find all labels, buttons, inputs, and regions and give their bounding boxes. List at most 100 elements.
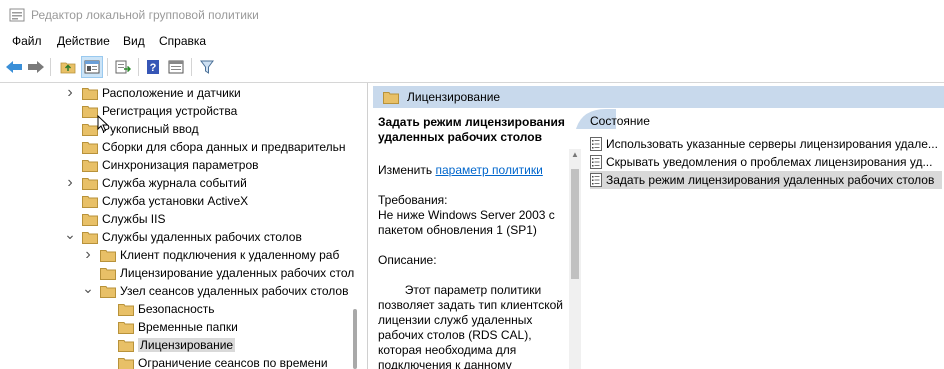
tree-pane[interactable]: › Расположение и датчики Регистрация устро… — [0, 83, 368, 369]
chevron-right-icon[interactable]: › — [82, 246, 94, 264]
tree-item[interactable]: Ограничение сеансов по времени — [100, 354, 328, 369]
toolbar: ? — [0, 52, 944, 83]
help-icon[interactable]: ? — [143, 57, 163, 77]
tree-item-label: Клиент подключения к удаленному раб — [120, 248, 340, 262]
scrollbar-thumb[interactable] — [571, 169, 579, 279]
tree-item[interactable]: Синхронизация параметров — [64, 156, 259, 174]
folder-icon — [383, 91, 399, 104]
tree-item[interactable]: ⌄ Службы удаленных рабочих столов — [64, 225, 302, 246]
description-line: рабочих столов (RDS CAL), — [378, 328, 532, 342]
menu-view[interactable]: Вид — [123, 34, 145, 48]
folder-icon — [82, 123, 98, 136]
edit-line: Изменить параметр политики — [378, 163, 568, 178]
up-folder-icon[interactable] — [58, 57, 78, 77]
chevron-right-icon[interactable]: › — [64, 84, 76, 102]
folder-icon — [82, 177, 98, 190]
settings-list[interactable]: Состояние Использовать указанные серверы… — [586, 109, 944, 369]
menu-file[interactable]: Файл — [12, 34, 42, 48]
properties-icon[interactable] — [166, 57, 186, 77]
tree-item-label: Безопасность — [138, 302, 215, 316]
list-item-label: Скрывать уведомления о проблемах лицензи… — [606, 155, 933, 169]
toolbar-separator — [107, 58, 108, 76]
folder-icon — [82, 87, 98, 100]
app-icon — [9, 8, 25, 22]
filter-icon[interactable] — [197, 57, 217, 77]
show-hide-tree-icon[interactable] — [81, 56, 103, 78]
tree-item-label: Синхронизация параметров — [102, 158, 259, 172]
requirements-line-1: Не ниже Windows Server 2003 с — [378, 208, 555, 222]
folder-icon — [82, 141, 98, 154]
chevron-right-icon[interactable]: › — [64, 174, 76, 192]
chevron-down-icon[interactable]: ⌄ — [64, 225, 76, 243]
tree-item-label: Службы IIS — [102, 212, 166, 226]
folder-icon — [100, 267, 116, 280]
tree-item[interactable]: Лицензирование удаленных рабочих стол — [82, 264, 354, 282]
requirements-label: Требования: — [378, 193, 448, 207]
folder-icon — [100, 285, 116, 298]
tree-item[interactable]: › Служба журнала событий — [64, 174, 247, 192]
tree-item[interactable]: ⌄ Узел сеансов удаленных рабочих столов — [82, 279, 349, 300]
folder-icon — [118, 321, 134, 334]
tree-scrollbar[interactable] — [352, 83, 360, 369]
column-header-state[interactable]: Состояние — [590, 114, 650, 128]
tree-item[interactable]: Рукописный ввод — [64, 120, 199, 138]
tree-item-label: Служба журнала событий — [102, 176, 247, 190]
description-panel: Задать режим лицензирования удаленных ра… — [372, 109, 584, 369]
tree-item[interactable]: Сборки для сбора данных и предварительн — [64, 138, 346, 156]
menu-bar: Файл Действие Вид Справка — [0, 31, 944, 51]
details-pane: Лицензирование Задать режим лицензирован… — [372, 83, 944, 369]
tree-item-label: Сборки для сбора данных и предварительн — [102, 140, 346, 154]
edit-prefix: Изменить — [378, 163, 433, 177]
tree-item[interactable]: Регистрация устройства — [64, 102, 237, 120]
description-scrollbar[interactable]: ▲ — [569, 149, 581, 369]
tree-item-label: Расположение и датчики — [102, 86, 241, 100]
details-header-title: Лицензирование — [407, 90, 501, 104]
toolbar-separator — [191, 58, 192, 76]
policy-title: Задать режим лицензирования удаленных ра… — [378, 115, 565, 144]
tree-item[interactable]: › Расположение и датчики — [64, 84, 241, 102]
tree-item-label: Служба установки ActiveX — [102, 194, 249, 208]
tree-item-label: Узел сеансов удаленных рабочих столов — [120, 284, 349, 298]
folder-icon — [118, 357, 134, 369]
forward-arrow-icon[interactable] — [26, 57, 46, 77]
tree-item[interactable]: Временные папки — [100, 318, 238, 336]
export-list-icon[interactable] — [113, 57, 133, 77]
scrollbar-thumb[interactable] — [353, 309, 357, 369]
tree-item[interactable]: Безопасность — [100, 300, 215, 318]
tree-item[interactable]: › Клиент подключения к удаленному раб — [82, 246, 339, 264]
tree-item[interactable]: Службы IIS — [64, 210, 165, 228]
description-line: подключения к данному — [378, 358, 512, 369]
scroll-up-arrow-icon[interactable]: ▲ — [569, 149, 581, 161]
description-line: которая необходима для — [378, 343, 517, 357]
list-item[interactable]: Скрывать уведомления о проблемах лицензи… — [590, 153, 942, 171]
chevron-down-icon[interactable]: ⌄ — [82, 279, 94, 297]
tree-item-selected[interactable]: Лицензирование — [100, 336, 236, 354]
description-label: Описание: — [378, 253, 437, 267]
folder-icon — [82, 195, 98, 208]
mouse-cursor-icon — [97, 115, 109, 133]
policy-setting-icon — [590, 173, 602, 187]
edit-policy-link[interactable]: параметр политики — [435, 163, 542, 177]
tree-item-label: Лицензирование — [138, 338, 236, 352]
menu-help[interactable]: Справка — [159, 34, 206, 48]
folder-icon — [100, 249, 116, 262]
folder-icon — [118, 339, 134, 352]
back-arrow-icon[interactable] — [4, 57, 24, 77]
tree-item-label: Ограничение сеансов по времени — [138, 356, 328, 369]
folder-icon — [82, 231, 98, 244]
tree-item[interactable]: Служба установки ActiveX — [64, 192, 248, 210]
menu-action[interactable]: Действие — [57, 34, 110, 48]
folder-icon — [82, 159, 98, 172]
description-line: Этот параметр политики — [404, 283, 542, 297]
tree-item-label: Службы удаленных рабочих столов — [102, 230, 302, 244]
list-item[interactable]: Использовать указанные серверы лицензиро… — [590, 135, 942, 153]
list-item-selected[interactable]: Задать режим лицензирования удаленных ра… — [590, 171, 942, 189]
title-bar: Редактор локальной групповой политики — [0, 0, 944, 30]
tree-item-label: Регистрация устройства — [102, 104, 238, 118]
